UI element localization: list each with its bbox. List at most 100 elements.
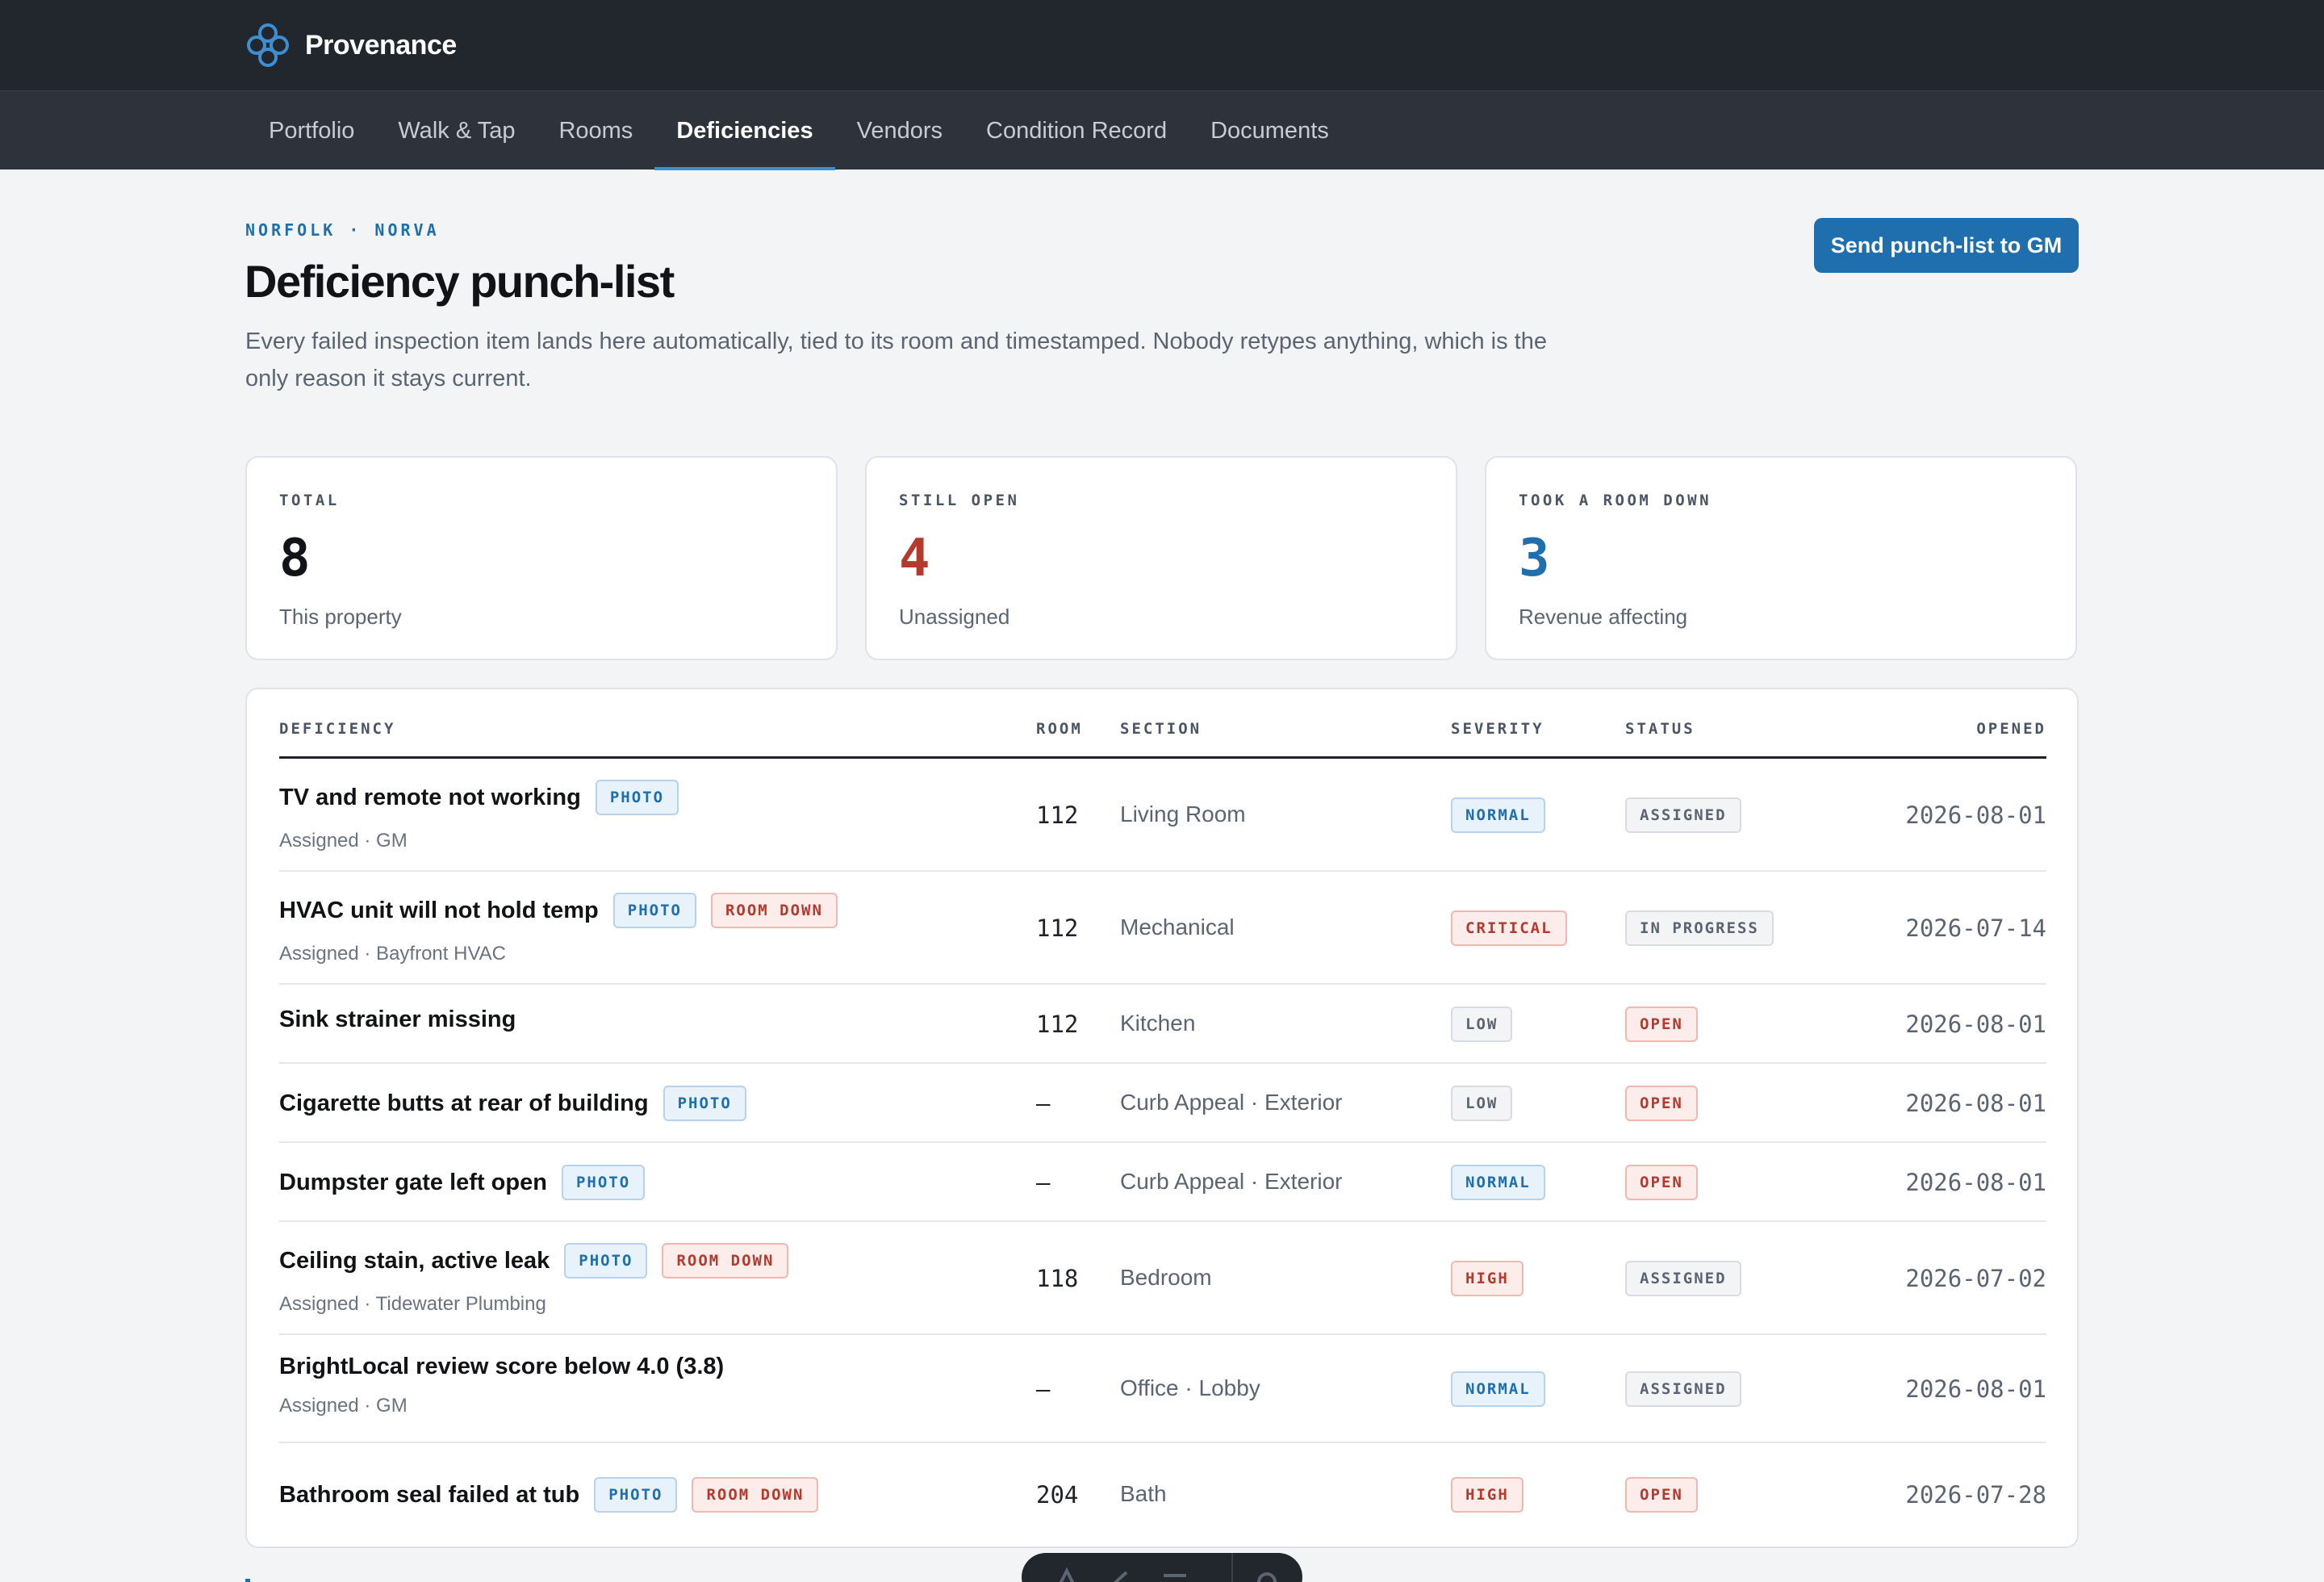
pen-icon[interactable] — [1102, 1567, 1135, 1582]
deficiency-title-line: Cigarette butts at rear of building PHOTO — [279, 1086, 746, 1121]
stat-subtext: Revenue affecting — [1519, 605, 1688, 629]
deficiency-cell: HVAC unit will not hold temp PHOTO ROOM DO… — [279, 893, 838, 965]
table-row[interactable]: Ceiling stain, active leak PHOTO ROOM DOWN… — [279, 1222, 2046, 1335]
deficiency-title-line: Bathroom seal failed at tub PHOTO ROOM DOW… — [279, 1477, 819, 1513]
room-number: — — [1036, 1090, 1051, 1117]
status-badge[interactable]: OPEN — [1625, 1007, 1698, 1042]
section-text: Mechanical — [1120, 914, 1235, 940]
top-bar: Provenance — [0, 0, 2324, 90]
severity-badge: NORMAL — [1451, 1371, 1545, 1407]
table-row[interactable]: TV and remote not working PHOTO Assigned ·… — [279, 759, 2046, 872]
status-badge[interactable]: ASSIGNED — [1625, 1261, 1741, 1296]
room-number: — — [1036, 1375, 1051, 1403]
room-number: 112 — [1036, 801, 1079, 829]
deficiency-title[interactable]: Ceiling stain, active leak — [279, 1248, 550, 1274]
severity-badge: NORMAL — [1451, 1165, 1545, 1200]
deficiency-title[interactable]: Sink strainer missing — [279, 1007, 516, 1033]
table-row[interactable]: Bathroom seal failed at tub PHOTO ROOM DOW… — [279, 1443, 2046, 1546]
stat-value: 8 — [279, 529, 311, 588]
provenance-logo-icon — [247, 23, 289, 67]
room-number: 204 — [1036, 1481, 1079, 1509]
tab-rooms[interactable]: Rooms — [537, 91, 654, 170]
deficiency-title[interactable]: Cigarette butts at rear of building — [279, 1090, 649, 1117]
deficiency-title[interactable]: Bathroom seal failed at tub — [279, 1482, 579, 1509]
photo-badge[interactable]: PHOTO — [561, 1165, 646, 1200]
room-down-badge: ROOM DOWN — [710, 893, 838, 928]
assignee-text: Assigned · GM — [279, 830, 408, 852]
opened-date: 2026-08-01 — [1905, 1375, 2046, 1403]
photo-badge[interactable]: PHOTO — [595, 780, 679, 815]
section-text: Curb Appeal · Exterior — [1120, 1090, 1343, 1115]
floating-toolbar[interactable] — [1022, 1553, 1302, 1582]
tab-condition-record[interactable]: Condition Record — [964, 91, 1189, 170]
menu-icon[interactable] — [1159, 1567, 1191, 1582]
gear-icon[interactable] — [1251, 1567, 1283, 1582]
app-name: Provenance — [305, 29, 457, 61]
nav-tabs: Portfolio Walk & Tap Rooms Deficiencies … — [247, 91, 1351, 170]
section-text: Office · Lobby — [1120, 1375, 1260, 1400]
status-badge[interactable]: OPEN — [1625, 1086, 1698, 1121]
stat-card-total: TOTAL 8 This property — [245, 456, 838, 660]
deficiency-cell: TV and remote not working PHOTO Assigned ·… — [279, 780, 679, 852]
toolbar-divider — [1231, 1553, 1233, 1582]
stat-label: TOOK A ROOM DOWN — [1519, 492, 1712, 509]
send-punch-list-button[interactable]: Send punch-list to GM — [1814, 218, 2079, 273]
photo-badge[interactable]: PHOTO — [612, 893, 696, 928]
table-row[interactable]: BrightLocal review score below 4.0 (3.8)… — [279, 1335, 2046, 1443]
tab-vendors[interactable]: Vendors — [835, 91, 964, 170]
main-nav: Portfolio Walk & Tap Rooms Deficiencies … — [0, 90, 2324, 170]
deficiency-title-line: Dumpster gate left open PHOTO — [279, 1165, 646, 1200]
tab-documents[interactable]: Documents — [1189, 91, 1351, 170]
column-header-severity[interactable]: SEVERITY — [1451, 720, 1544, 738]
room-number: 112 — [1036, 914, 1079, 942]
deficiency-cell: Sink strainer missing — [279, 1007, 516, 1033]
room-down-badge: ROOM DOWN — [662, 1243, 789, 1279]
opened-date: 2026-08-01 — [1905, 1011, 2046, 1038]
stat-value: 3 — [1519, 529, 1550, 588]
opened-date: 2026-08-01 — [1905, 801, 2046, 829]
severity-badge: NORMAL — [1451, 797, 1545, 833]
room-number: 112 — [1036, 1011, 1079, 1038]
severity-badge: HIGH — [1451, 1261, 1524, 1296]
opened-date: 2026-07-28 — [1905, 1481, 2046, 1509]
deficiency-title[interactable]: HVAC unit will not hold temp — [279, 898, 599, 924]
stat-subtext: Unassigned — [899, 605, 1010, 629]
table-row[interactable]: Cigarette butts at rear of building PHOTO… — [279, 1064, 2046, 1143]
deficiency-cell: Dumpster gate left open PHOTO — [279, 1165, 646, 1200]
breadcrumb: NORFOLK · NORVA — [245, 220, 440, 240]
deficiency-cell: BrightLocal review score below 4.0 (3.8)… — [279, 1354, 724, 1417]
stat-label: STILL OPEN — [899, 492, 1020, 509]
table-row[interactable]: Dumpster gate left open PHOTO — Curb Appeal… — [279, 1143, 2046, 1222]
section-text: Kitchen — [1120, 1011, 1196, 1036]
status-badge[interactable]: OPEN — [1625, 1477, 1698, 1513]
column-header-room[interactable]: ROOM — [1036, 720, 1083, 738]
deficiency-title[interactable]: BrightLocal review score below 4.0 (3.8) — [279, 1354, 724, 1380]
status-badge[interactable]: OPEN — [1625, 1165, 1698, 1200]
stat-value: 4 — [899, 529, 930, 588]
deficiency-title[interactable]: TV and remote not working — [279, 785, 581, 811]
brand[interactable]: Provenance — [247, 22, 457, 69]
photo-badge[interactable]: PHOTO — [564, 1243, 648, 1279]
room-down-badge: ROOM DOWN — [692, 1477, 819, 1513]
status-badge[interactable]: ASSIGNED — [1625, 797, 1741, 833]
text-icon[interactable] — [1051, 1567, 1083, 1582]
status-badge[interactable]: ASSIGNED — [1625, 1371, 1741, 1407]
column-header-opened[interactable]: OPENED — [1976, 720, 2046, 738]
deficiency-title[interactable]: Dumpster gate left open — [279, 1170, 547, 1196]
status-badge[interactable]: IN PROGRESS — [1625, 910, 1774, 946]
assignee-text: Assigned · Bayfront HVAC — [279, 943, 507, 965]
tab-walk-and-tap[interactable]: Walk & Tap — [376, 91, 537, 170]
assignee-text: Assigned · GM — [279, 1395, 408, 1417]
column-header-deficiency[interactable]: DEFICIENCY — [279, 720, 395, 738]
deficiency-title-line: Sink strainer missing — [279, 1007, 516, 1033]
photo-badge[interactable]: PHOTO — [663, 1086, 746, 1121]
column-header-section[interactable]: SECTION — [1120, 720, 1202, 738]
tab-portfolio[interactable]: Portfolio — [247, 91, 376, 170]
severity-badge: LOW — [1451, 1086, 1513, 1121]
table-row[interactable]: HVAC unit will not hold temp PHOTO ROOM DO… — [279, 872, 2046, 985]
column-header-status[interactable]: STATUS — [1625, 720, 1695, 738]
table-row[interactable]: Sink strainer missing 112 Kitchen LOW OPEN 20… — [279, 985, 2046, 1064]
photo-badge[interactable]: PHOTO — [594, 1477, 678, 1513]
tab-deficiencies[interactable]: Deficiencies — [654, 91, 835, 170]
stat-card-still-open: STILL OPEN 4 Unassigned — [865, 456, 1457, 660]
